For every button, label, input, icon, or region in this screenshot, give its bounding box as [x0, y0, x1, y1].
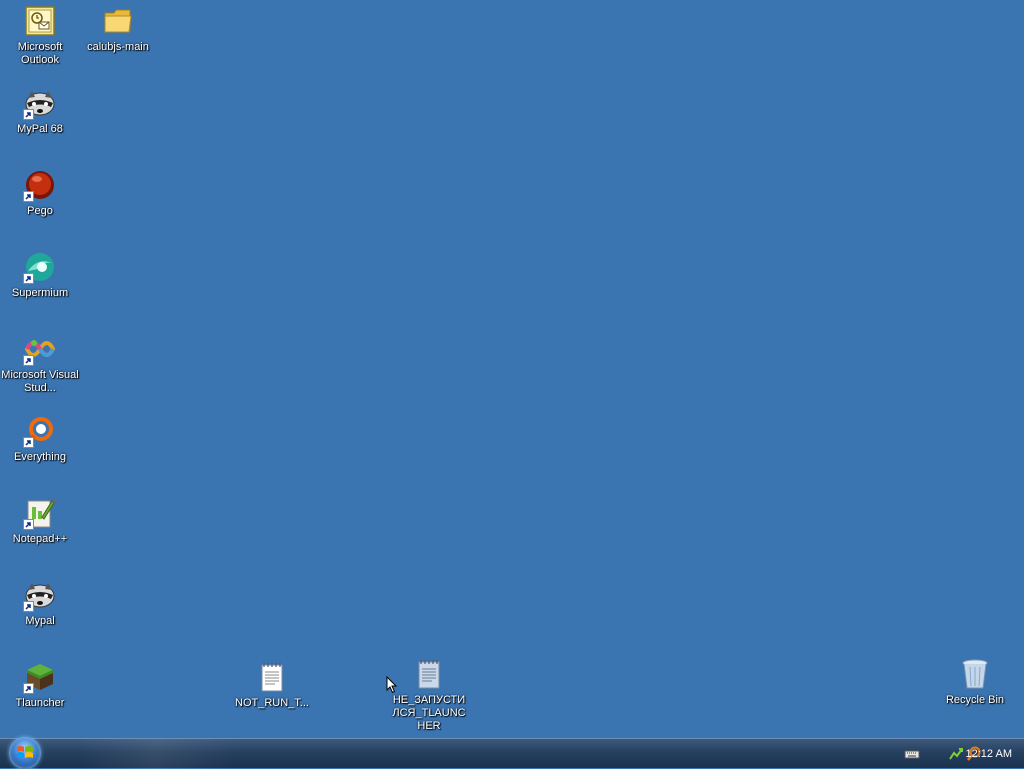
- text-file-icon: [412, 657, 446, 691]
- shortcut-arrow-icon: [23, 109, 34, 120]
- desktop-icon-microsoft-visual-studio[interactable]: Microsoft Visual Stud...: [0, 332, 80, 395]
- pego-icon: [23, 168, 57, 202]
- desktop-icon-label: Microsoft Visual Stud...: [1, 369, 79, 394]
- desktop-icon-notepad-plus-plus[interactable]: Notepad++: [0, 496, 80, 546]
- taskbar-decoration: [80, 739, 340, 769]
- desktop-icon-pego[interactable]: Pego: [0, 168, 80, 218]
- raccoon-icon: [23, 86, 57, 120]
- desktop-icon-mypal-68[interactable]: MyPal 68: [0, 86, 80, 136]
- desktop-icon-label: Pego: [27, 205, 53, 217]
- folder-icon: [101, 4, 135, 38]
- mouse-cursor-icon: [386, 676, 398, 694]
- shortcut-arrow-icon: [23, 519, 34, 530]
- desktop-icon-label: Microsoft Outlook: [17, 41, 63, 66]
- system-tray: 12:12 AM: [874, 739, 1024, 769]
- recycle-bin-icon: [958, 657, 992, 691]
- desktop-icon-label: Everything: [14, 451, 66, 463]
- shortcut-arrow-icon: [23, 273, 34, 284]
- desktop-icon-microsoft-outlook[interactable]: Microsoft Outlook: [0, 4, 80, 67]
- desktop-icon-label: NOT_RUN_T...: [235, 697, 309, 709]
- raccoon-icon: [23, 578, 57, 612]
- desktop-icon-recycle-bin[interactable]: Recycle Bin: [935, 657, 1015, 707]
- desktop-icon-label: Recycle Bin: [945, 694, 1005, 706]
- grass-block-icon: [23, 660, 57, 694]
- shortcut-arrow-icon: [23, 355, 34, 366]
- desktop-icon-supermium[interactable]: Supermium: [0, 250, 80, 300]
- desktop-icon-not-run-file[interactable]: NOT_RUN_T...: [232, 660, 312, 710]
- desktop-icon-tlauncher[interactable]: Tlauncher: [0, 660, 80, 710]
- desktop-icon-everything[interactable]: Everything: [0, 414, 80, 464]
- keyboard-icon[interactable]: [904, 746, 920, 762]
- windows-logo-icon: [17, 746, 33, 758]
- desktop-icon-label: calubjs-main: [87, 41, 149, 53]
- visual-studio-icon: [23, 332, 57, 366]
- desktop: Microsoft Outlook calubjs-main MyPal 68: [0, 0, 1024, 738]
- notepad-plus-plus-icon: [23, 496, 57, 530]
- desktop-icon-label: Tlauncher: [15, 697, 65, 709]
- start-button[interactable]: [9, 737, 41, 769]
- outlook-icon: [23, 4, 57, 38]
- desktop-icon-calubjs-main[interactable]: calubjs-main: [78, 4, 158, 54]
- desktop-icon-label: MyPal 68: [17, 123, 63, 135]
- desktop-icon-label: Mypal: [25, 615, 55, 627]
- taskbar: 12:12 AM: [0, 737, 1024, 769]
- desktop-icon-ne-zapustilsya-file[interactable]: НЕ_ЗАПУСТИЛСЯ_TLAUNCHER: [389, 657, 469, 733]
- shortcut-arrow-icon: [23, 601, 34, 612]
- supermium-icon: [23, 250, 57, 284]
- desktop-icon-label: НЕ_ЗАПУСТИЛСЯ_TLAUNCHER: [392, 694, 466, 732]
- clock[interactable]: 12:12 AM: [966, 739, 1012, 769]
- desktop-icon-label: Supermium: [11, 287, 69, 299]
- network-icon[interactable]: [948, 746, 964, 762]
- shortcut-arrow-icon: [23, 683, 34, 694]
- shortcut-arrow-icon: [23, 437, 34, 448]
- desktop-icon-mypal[interactable]: Mypal: [0, 578, 80, 628]
- text-file-icon: [255, 660, 289, 694]
- shortcut-arrow-icon: [23, 191, 34, 202]
- everything-search-icon: [23, 414, 57, 448]
- desktop-icon-label: Notepad++: [12, 533, 68, 545]
